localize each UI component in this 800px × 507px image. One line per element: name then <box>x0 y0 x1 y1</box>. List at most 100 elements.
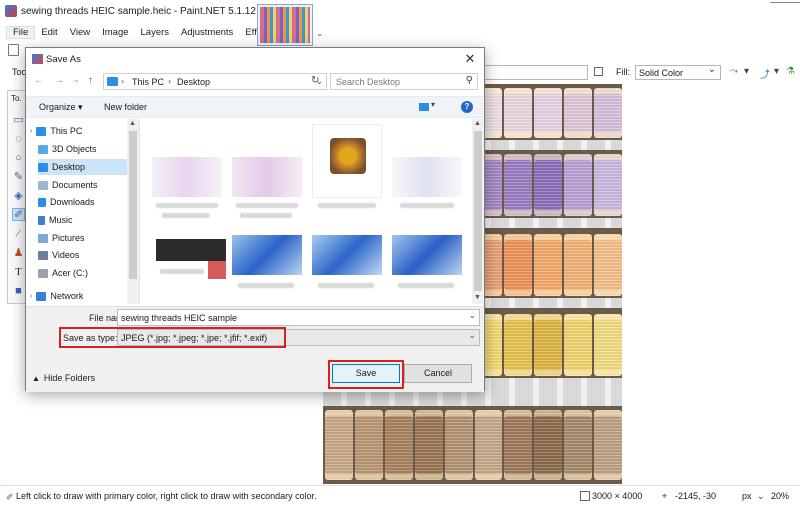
back-arrow-icon[interactable]: ← <box>34 75 44 86</box>
file-item[interactable] <box>392 235 462 275</box>
nav-item-label: Videos <box>52 250 80 260</box>
nav-item-videos[interactable]: Videos <box>38 247 138 263</box>
image-icon <box>330 138 366 174</box>
sampling-icon[interactable]: ⚗ <box>786 66 795 77</box>
file-pane-scrollbar[interactable]: ▲ ▼ <box>472 119 484 304</box>
breadcrumb-this-pc[interactable]: This PC <box>132 77 164 87</box>
brush-width-field[interactable] <box>484 65 588 80</box>
chevron-down-icon[interactable]: ▾ <box>774 66 779 77</box>
nav-item-label: This PC <box>50 126 83 136</box>
nav-item-label: Downloads <box>50 197 95 207</box>
refresh-icon[interactable]: ↻ <box>311 75 319 86</box>
up-arrow-icon[interactable]: ↑ <box>88 75 93 86</box>
downloads-icon <box>38 197 46 207</box>
chevron-down-icon[interactable]: ▾ <box>744 66 749 77</box>
nav-item-this-pc[interactable]: › This PC <box>30 123 130 139</box>
file-item[interactable] <box>156 239 226 261</box>
nav-item-music[interactable]: Music <box>38 212 138 228</box>
nav-item-acer-c[interactable]: Acer (C:) <box>38 265 138 281</box>
file-item[interactable] <box>152 157 222 197</box>
file-item[interactable] <box>232 157 302 197</box>
nav-item-3d-objects[interactable]: 3D Objects <box>38 141 138 157</box>
file-item[interactable] <box>312 235 382 275</box>
nav-item-network[interactable]: › Network <box>30 288 130 304</box>
nav-item-label: Acer (C:) <box>52 268 88 278</box>
help-icon[interactable]: ? <box>461 101 473 113</box>
search-icon[interactable]: ⚲ <box>466 75 473 86</box>
nav-item-desktop[interactable]: Desktop <box>38 159 127 175</box>
file-item[interactable] <box>312 124 382 198</box>
pencil-icon[interactable]: ⁄ <box>12 227 25 240</box>
menu-image[interactable]: Image <box>96 27 134 38</box>
menu-layers[interactable]: Layers <box>135 27 176 38</box>
zoom-level[interactable]: 20% <box>771 491 789 501</box>
chevron-down-icon[interactable]: ⌄ <box>468 310 476 321</box>
nav-item-label: Music <box>49 215 73 225</box>
file-item[interactable] <box>392 157 462 197</box>
paintbrush-icon[interactable]: ✐ <box>12 208 25 221</box>
image-size-icon <box>580 491 590 501</box>
close-icon[interactable]: ✕ <box>462 51 478 67</box>
lasso-select-icon[interactable]: ◌ <box>12 132 25 145</box>
nav-item-label: Pictures <box>52 233 85 243</box>
forward-arrow-icon[interactable]: → <box>54 75 64 86</box>
new-folder-button[interactable]: New folder <box>104 102 147 112</box>
chevron-down-icon[interactable]: ▾ <box>431 100 435 109</box>
units-selector[interactable]: px <box>742 491 752 501</box>
search-input[interactable]: Search Desktop ⚲ <box>330 73 478 90</box>
chevron-up-icon: ▲ <box>32 373 40 383</box>
file-name-input[interactable]: sewing threads HEIC sample ⌄ <box>117 309 480 326</box>
pictures-icon <box>38 233 48 243</box>
view-options-icon[interactable] <box>419 103 429 111</box>
selection-mode-icon[interactable]: ⤴ <box>760 66 770 81</box>
text-tool-icon[interactable]: T <box>12 265 25 278</box>
rectangle-select-icon[interactable]: ▭ <box>12 113 25 126</box>
chevron-down-icon[interactable]: ▼ <box>474 294 481 301</box>
chevron-up-icon[interactable]: ▲ <box>129 120 136 127</box>
nav-item-label: Documents <box>52 180 98 190</box>
menubar: File Edit View Image Layers Adjustments … <box>0 22 800 42</box>
chevron-down-icon[interactable]: ⌄ <box>468 330 476 341</box>
menu-file[interactable]: File <box>6 25 36 39</box>
nav-item-documents[interactable]: Documents <box>38 177 138 193</box>
chevron-up-icon[interactable]: ▲ <box>474 120 481 127</box>
app-title: sewing threads HEIC sample.heic - Paint.… <box>21 5 256 17</box>
ellipse-select-icon[interactable]: ○ <box>12 151 25 164</box>
organize-label: Organize <box>39 102 76 112</box>
minimize-button[interactable] <box>756 0 800 22</box>
breadcrumb-desktop[interactable]: Desktop <box>177 77 210 87</box>
image-tab-thumbnail[interactable] <box>257 4 313 46</box>
chevron-down-icon[interactable]: ⌄ <box>73 75 80 84</box>
fill-select-value: Solid Color <box>639 68 684 78</box>
menu-adjustments[interactable]: Adjustments <box>175 27 239 38</box>
menu-view[interactable]: View <box>64 27 96 38</box>
scrollbar-thumb[interactable] <box>474 131 482 291</box>
file-item[interactable] <box>232 235 302 275</box>
fill-select[interactable]: Solid Color <box>635 64 721 80</box>
menu-edit[interactable]: Edit <box>35 27 63 38</box>
save-button[interactable]: Save <box>332 364 400 383</box>
nav-item-downloads[interactable]: Downloads <box>38 194 138 210</box>
status-cursor-position: -2145, -30 <box>675 491 717 501</box>
paintbrush-icon: ✐ <box>6 492 14 502</box>
nav-item-label: Network <box>50 291 84 301</box>
bucket-icon[interactable]: ◈ <box>12 189 25 202</box>
cancel-button[interactable]: Cancel <box>404 364 472 383</box>
new-file-icon[interactable] <box>8 44 19 56</box>
hide-folders-button[interactable]: ▲ Hide Folders <box>32 373 95 383</box>
shapes-icon[interactable]: ■ <box>12 284 25 297</box>
chevron-down-icon[interactable]: ⌄ <box>316 28 324 39</box>
antialias-icon[interactable] <box>594 67 603 76</box>
address-bar[interactable]: › This PC › Desktop ⌄ <box>103 73 327 90</box>
blend-mode-icon[interactable]: ⤳ <box>730 66 738 77</box>
nav-item-pictures[interactable]: Pictures <box>38 230 138 246</box>
statusbar: ✐ Left click to draw with primary color,… <box>0 485 800 507</box>
chevron-down-icon[interactable]: ⌄ <box>757 491 765 502</box>
scrollbar-thumb[interactable] <box>129 131 137 279</box>
chevron-right-icon: › <box>121 76 124 86</box>
annotation-highlight-box <box>59 327 286 348</box>
clone-stamp-icon[interactable]: ♟ <box>12 246 25 259</box>
organize-button[interactable]: Organize ▾ <box>39 102 83 113</box>
nav-pane-scrollbar[interactable]: ▲ <box>127 119 139 304</box>
magic-wand-icon[interactable]: ✎ <box>12 170 25 183</box>
